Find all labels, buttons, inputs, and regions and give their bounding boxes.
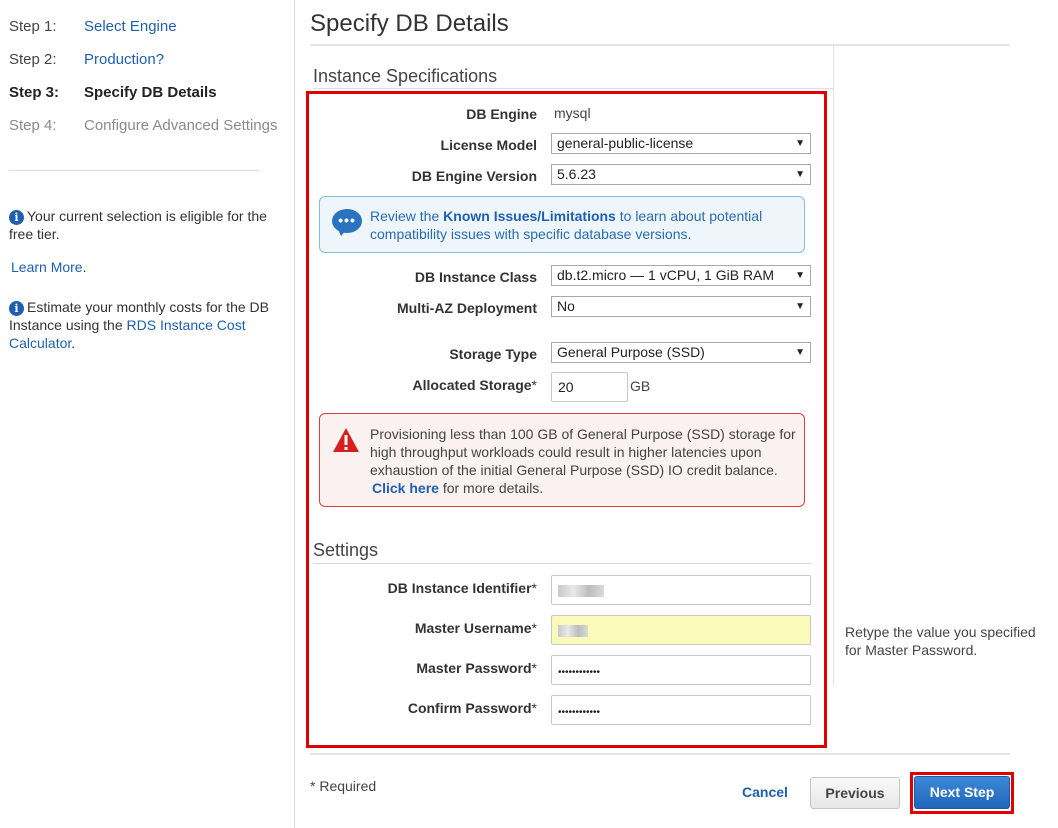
next-step-button[interactable]: Next Step <box>914 776 1010 809</box>
step-label: Specify DB Details <box>84 84 217 101</box>
previous-button[interactable]: Previous <box>810 777 900 809</box>
step-number: Step 3: <box>9 84 60 101</box>
step-label[interactable]: Select Engine <box>84 18 177 36</box>
period: . <box>71 335 76 351</box>
period: . <box>82 259 87 275</box>
free-tier-text: Your current selection is eligible for t… <box>9 208 267 242</box>
learn-more-row: Learn More. <box>11 258 271 276</box>
step-number: Step 2: <box>9 51 57 68</box>
free-tier-info: i Your current selection is eligible for … <box>9 207 269 243</box>
section-title-instance-specifications: Instance Specifications <box>313 66 498 86</box>
cancel-button[interactable]: Cancel <box>742 784 788 800</box>
cost-estimate-info: i Estimate your monthly costs for the DB … <box>9 298 269 352</box>
title-divider <box>310 44 1010 46</box>
info-icon: i <box>9 210 24 225</box>
page-title: Specify DB Details <box>310 10 509 37</box>
sidebar-vertical-divider <box>294 0 295 828</box>
highlight-annotation <box>306 91 827 748</box>
confirm-password-help-text: Retype the value you specified for Maste… <box>845 624 1036 658</box>
step-number: Step 4: <box>9 117 57 134</box>
footer-divider <box>310 753 1010 755</box>
sidebar-divider <box>9 170 259 171</box>
section-divider <box>313 88 833 89</box>
step-label[interactable]: Production? <box>84 51 164 69</box>
step-label: Configure Advanced Settings <box>84 117 278 134</box>
required-note: * Required <box>310 778 377 794</box>
info-icon: i <box>9 301 24 316</box>
wizard-sidebar: Step 1: Select Engine Step 2: Production… <box>0 0 295 828</box>
help-column-divider <box>833 46 834 686</box>
step-number: Step 1: <box>9 18 57 35</box>
learn-more-link[interactable]: Learn More <box>11 259 83 275</box>
